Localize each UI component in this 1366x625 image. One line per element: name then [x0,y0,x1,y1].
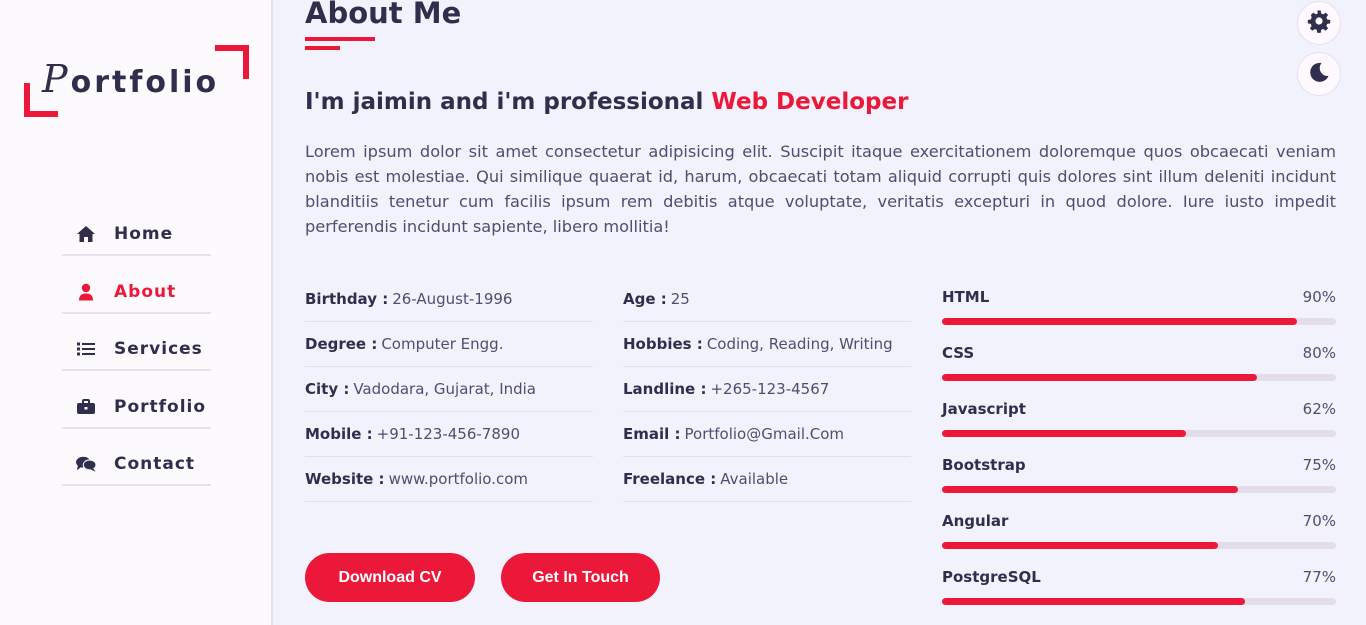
info-row-freelance: Freelance : Available [623,457,911,502]
section-title: About Me [305,0,462,30]
info-row-email: Email : Portfolio@Gmail.Com [623,412,911,457]
skill-name: Angular [942,512,1009,530]
nav-item-about[interactable]: About [62,272,211,314]
skill-item: Bootstrap 75% [942,456,1336,512]
nav-item-portfolio[interactable]: Portfolio [62,387,211,429]
info-row-degree: Degree : Computer Engg. [305,322,593,367]
info-row-birthday: Birthday :26-August-1996 [305,277,593,322]
info-row-city: City : Vadodara, Gujarat, India [305,367,593,412]
info-row-website: Website : www.portfolio.com [305,457,593,502]
personal-info-column-2: Age :25 Hobbies : Coding, Reading, Writin… [623,277,911,502]
skill-progress-track [942,598,1336,605]
skill-progress-fill [942,598,1246,605]
get-in-touch-button[interactable]: Get In Touch [501,553,660,602]
nav-label-services: Services [114,339,203,359]
skill-percent: 80% [1302,344,1336,362]
nav-label-home: Home [114,224,174,244]
skill-percent: 90% [1302,288,1336,306]
skill-name: PostgreSQL [942,568,1041,586]
skill-progress-track [942,430,1336,437]
nav-item-contact[interactable]: Contact [62,444,211,486]
skill-progress-fill [942,486,1238,493]
theme-toggle-button[interactable] [1297,52,1341,96]
briefcase-icon [76,398,96,415]
moon-icon [1308,61,1330,87]
skill-item: PostgreSQL 77% [942,568,1336,624]
home-icon [76,225,96,243]
nav-item-services[interactable]: Services [62,329,211,371]
skill-progress-track [942,542,1336,549]
skill-name: CSS [942,344,975,362]
settings-toggle-button[interactable] [1297,1,1341,45]
skill-progress-fill [942,374,1258,381]
skill-item: CSS 80% [942,344,1336,400]
skill-progress-track [942,318,1336,325]
intro-paragraph: Lorem ipsum dolor sit amet consectetur a… [305,142,1336,236]
comments-icon [76,455,96,473]
skill-percent: 77% [1302,568,1336,586]
logo-text: Portfolio [42,57,220,101]
personal-info-column-1: Birthday :26-August-1996 Degree : Compute… [305,277,593,502]
title-underline-short [305,46,340,50]
skill-item: Javascript 62% [942,400,1336,456]
skill-progress-fill [942,430,1187,437]
skill-item: Angular 70% [942,512,1336,568]
skill-percent: 75% [1302,456,1336,474]
info-row-hobbies: Hobbies : Coding, Reading, Writing [623,322,911,367]
nav-label-about: About [114,281,177,302]
skill-percent: 70% [1302,512,1336,530]
logo-corner-top-right [215,45,249,79]
nav-label-contact: Contact [114,454,196,474]
headline-prefix: I'm jaimin and i'm professional [305,89,712,115]
user-icon [76,283,96,301]
skills-list: HTML 90% CSS 80% Javascript 62% Bootstra… [942,288,1336,624]
download-cv-button[interactable]: Download CV [305,553,475,602]
skill-item: HTML 90% [942,288,1336,344]
skill-progress-fill [942,318,1297,325]
logo[interactable]: Portfolio [24,45,249,117]
skill-name: Javascript [942,400,1026,418]
skill-progress-track [942,486,1336,493]
skill-percent: 62% [1302,400,1336,418]
gear-icon [1307,9,1331,37]
info-row-mobile: Mobile : +91-123-456-7890 [305,412,593,457]
skill-name: HTML [942,288,990,306]
skill-progress-fill [942,542,1218,549]
sidebar: Portfolio Home About Services Portfolio [0,0,273,625]
list-icon [76,341,96,357]
main-nav: Home About Services Portfolio Contact [62,214,211,502]
info-row-age: Age :25 [623,277,911,322]
title-underline [305,37,375,41]
skill-name: Bootstrap [942,456,1026,474]
skill-progress-track [942,374,1336,381]
headline-accent: Web Developer [711,89,909,115]
info-row-landline: Landline : +265-123-4567 [623,367,911,412]
headline: I'm jaimin and i'm professional Web Deve… [305,89,908,115]
nav-item-home[interactable]: Home [62,214,211,256]
nav-label-portfolio: Portfolio [114,396,207,417]
